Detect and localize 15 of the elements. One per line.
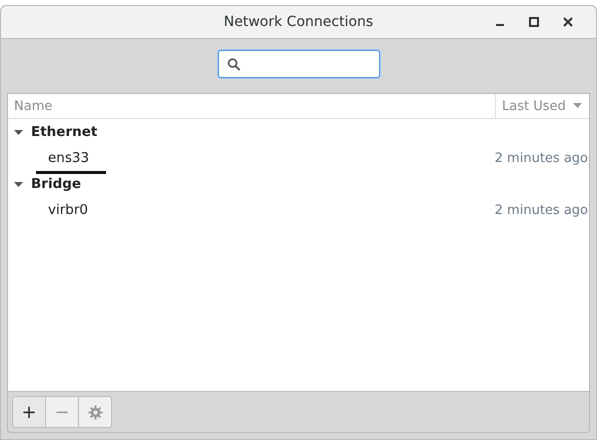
connection-name[interactable]: ens33 [48,150,495,166]
search-icon [226,56,240,72]
group-label[interactable]: Bridge [31,176,82,192]
last-used-time: 2 minutes ago [494,150,589,166]
add-button[interactable]: + [12,396,46,428]
sort-arrow-icon [572,103,582,109]
expander-icon[interactable] [14,180,23,188]
last-used-time: 2 minutes ago [494,202,589,218]
expander-icon[interactable] [14,128,23,136]
window-title: Network Connections [224,14,374,30]
group-label[interactable]: Ethernet [31,124,98,140]
maximize-icon[interactable] [528,16,540,28]
close-icon[interactable] [562,16,574,28]
search-field[interactable] [218,50,380,78]
connection-name[interactable]: virbr0 [48,202,495,218]
